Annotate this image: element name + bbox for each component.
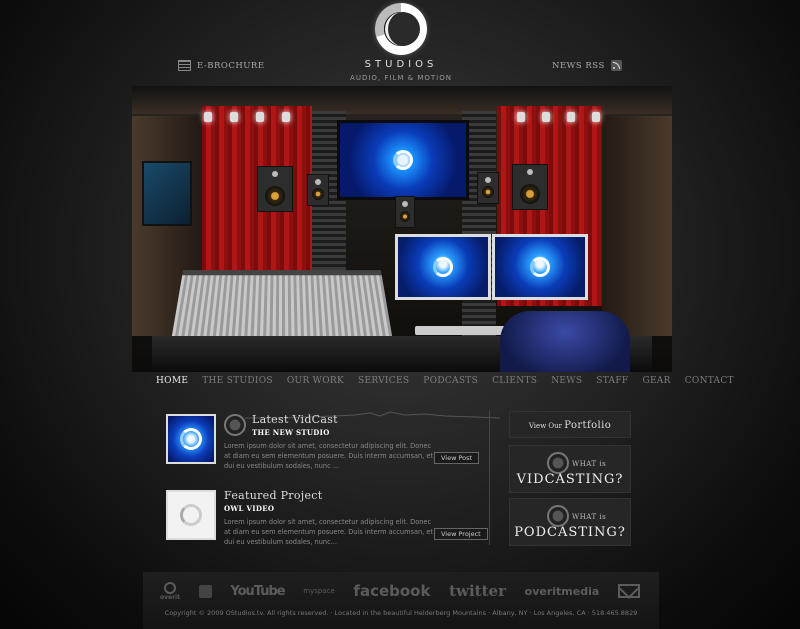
post-excerpt: Lorem ipsum dolor sit amet, consectetur …: [224, 442, 434, 470]
facebook-logo[interactable]: facebook: [353, 582, 430, 600]
overit-logo[interactable]: overit: [160, 581, 180, 601]
nav-item-home[interactable]: HOME: [156, 376, 188, 390]
nav-item-staff[interactable]: STAFF: [596, 376, 628, 390]
e-brochure-label: E-BROCHURE: [197, 60, 265, 71]
nav-item-podcasts[interactable]: PODCASTS: [423, 376, 478, 390]
logo-name: STUDIOS: [364, 59, 438, 70]
myspace-logo[interactable]: myspace: [303, 587, 335, 595]
post-title: Featured Project: [224, 489, 323, 502]
logo-tagline: AUDIO, FILM & MOTION: [350, 74, 452, 82]
view-project-button[interactable]: View Project: [434, 528, 488, 540]
post-excerpt: Lorem ipsum dolor sit amet, consectetur …: [224, 518, 434, 546]
vidcast-small-label: WHAT is: [572, 460, 607, 468]
nav-item-gear[interactable]: GEAR: [642, 376, 670, 390]
project-thumbnail[interactable]: [166, 490, 216, 540]
podcast-small-label: WHAT is: [572, 513, 607, 521]
post-title: Latest VidCast: [252, 413, 338, 426]
nav-item-contact[interactable]: CONTACT: [685, 376, 734, 390]
nav-item-news[interactable]: NEWS: [551, 376, 582, 390]
post-subtitle: OWL VIDEO: [224, 504, 275, 513]
nav-item-services[interactable]: SERVICES: [358, 376, 409, 390]
nav-item-clients[interactable]: CLIENTS: [492, 376, 537, 390]
site-header: STUDIOS AUDIO, FILM & MOTION E-BROCHURE …: [0, 0, 800, 88]
video-camera-icon: [547, 452, 569, 474]
post-subtitle: THE NEW STUDIO: [252, 428, 330, 437]
document-icon: [178, 60, 191, 71]
view-portfolio-button[interactable]: View Our Portfolio: [509, 411, 631, 438]
content-divider: [489, 410, 490, 545]
youtube-logo[interactable]: YouTube: [230, 584, 285, 599]
e-brochure-link[interactable]: E-BROCHURE: [178, 60, 265, 71]
microphone-icon: [547, 505, 569, 527]
copyright-text: Copyright © 2009 OStudios.tv. All rights…: [164, 609, 638, 617]
podcast-big-label: PODCASTING?: [514, 525, 626, 540]
rss-icon: [610, 60, 622, 71]
vidcast-big-label: VIDCASTING?: [516, 472, 624, 487]
news-rss-link[interactable]: NEWS RSS: [552, 60, 622, 71]
portfolio-label: Portfolio: [564, 420, 612, 431]
what-is-vidcasting-button[interactable]: WHAT is VIDCASTING?: [509, 445, 631, 493]
overitmedia-logo[interactable]: overitmedia: [525, 585, 600, 598]
video-icon: [224, 414, 246, 436]
studio-hero-image: [132, 86, 672, 372]
twitter-logo[interactable]: twitter: [449, 582, 506, 600]
view-post-button[interactable]: View Post: [434, 452, 480, 464]
studios-logo-icon[interactable]: [375, 3, 427, 55]
portfolio-prefix: View Our: [528, 422, 562, 430]
news-rss-label: NEWS RSS: [552, 60, 605, 71]
vidcast-thumbnail[interactable]: [166, 414, 216, 464]
main-nav: HOME THE STUDIOS OUR WORK SERVICES PODCASTS C…: [150, 376, 734, 390]
footer-logos: overit YouTube myspace facebook twitter …: [160, 580, 640, 602]
what-is-podcasting-button[interactable]: WHAT is PODCASTING?: [509, 498, 631, 546]
nav-item-our-work[interactable]: OUR WORK: [287, 376, 344, 390]
rss-icon[interactable]: [198, 584, 212, 598]
mail-icon[interactable]: [617, 584, 640, 598]
nav-item-the-studios[interactable]: THE STUDIOS: [202, 376, 273, 390]
